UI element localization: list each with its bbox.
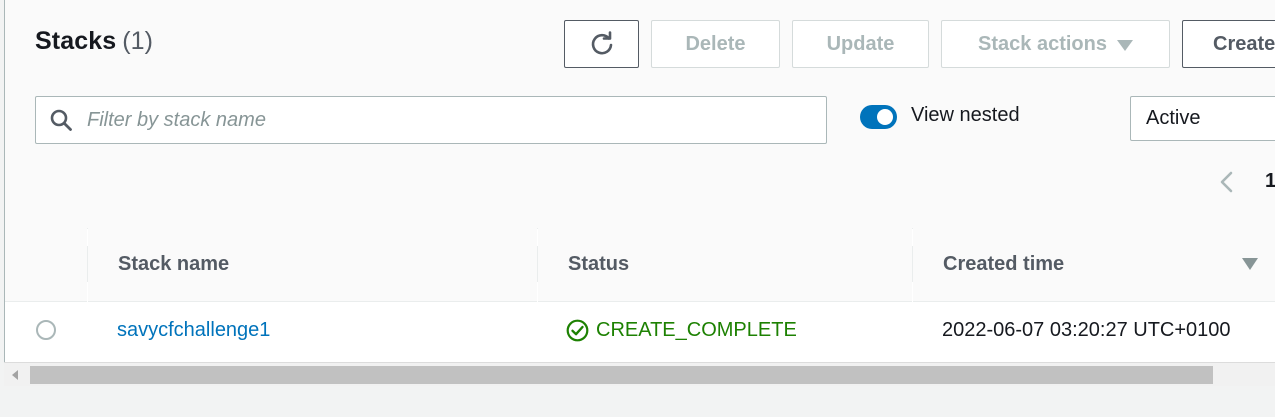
row-select-radio[interactable] — [36, 320, 56, 340]
created-time-cell: 2022-06-07 03:20:27 UTC+0100 — [942, 319, 1231, 341]
caret-down-icon — [1116, 39, 1133, 51]
chevron-left-icon[interactable] — [1217, 170, 1237, 194]
stack-actions-button[interactable]: Stack actions — [941, 20, 1170, 68]
refresh-button[interactable] — [564, 20, 639, 68]
delete-button[interactable]: Delete — [651, 20, 780, 68]
page-number-1[interactable]: 1 — [1265, 170, 1275, 193]
view-nested-toggle[interactable] — [860, 105, 897, 129]
status-filter-value: Active — [1146, 107, 1201, 129]
column-header-stack-name[interactable]: Stack name — [88, 228, 537, 302]
filter-input[interactable] — [85, 107, 809, 133]
scroll-left-arrow-icon[interactable] — [12, 370, 18, 380]
horizontal-scrollbar[interactable] — [4, 362, 1275, 386]
toggle-knob — [877, 109, 893, 125]
success-check-icon — [566, 319, 589, 342]
stacks-panel: Stacks (1) Delete Update Stack actions Cr… — [4, 0, 1275, 386]
view-nested-label: View nested — [911, 104, 1020, 126]
delete-label: Delete — [685, 32, 746, 55]
create-label: Create — [1213, 32, 1275, 55]
refresh-icon — [591, 31, 612, 55]
status-text: CREATE_COMPLETE — [596, 319, 797, 341]
title-text: Stacks — [35, 27, 117, 55]
select-column-header — [5, 228, 87, 302]
stack-actions-label: Stack actions — [978, 32, 1107, 55]
sort-descending-icon[interactable] — [1242, 258, 1258, 270]
page-title: Stacks (1) — [35, 27, 153, 56]
column-label: Status — [568, 253, 630, 275]
update-button[interactable]: Update — [792, 20, 929, 68]
stack-count: (1) — [122, 27, 154, 55]
status-filter-select[interactable]: Active — [1130, 96, 1275, 141]
column-label: Stack name — [118, 253, 230, 275]
column-header-status[interactable]: Status — [538, 228, 912, 302]
column-header-created-time[interactable]: Created time — [913, 228, 1275, 302]
column-label: Created time — [943, 253, 1065, 275]
create-stack-button[interactable]: Create — [1182, 20, 1275, 68]
search-icon — [50, 109, 72, 131]
stack-name-link[interactable]: savycfchallenge1 — [117, 319, 270, 342]
filter-search-box[interactable] — [35, 96, 827, 144]
status-cell: CREATE_COMPLETE — [566, 319, 797, 342]
update-label: Update — [826, 32, 895, 55]
scrollbar-thumb[interactable] — [30, 366, 1213, 384]
